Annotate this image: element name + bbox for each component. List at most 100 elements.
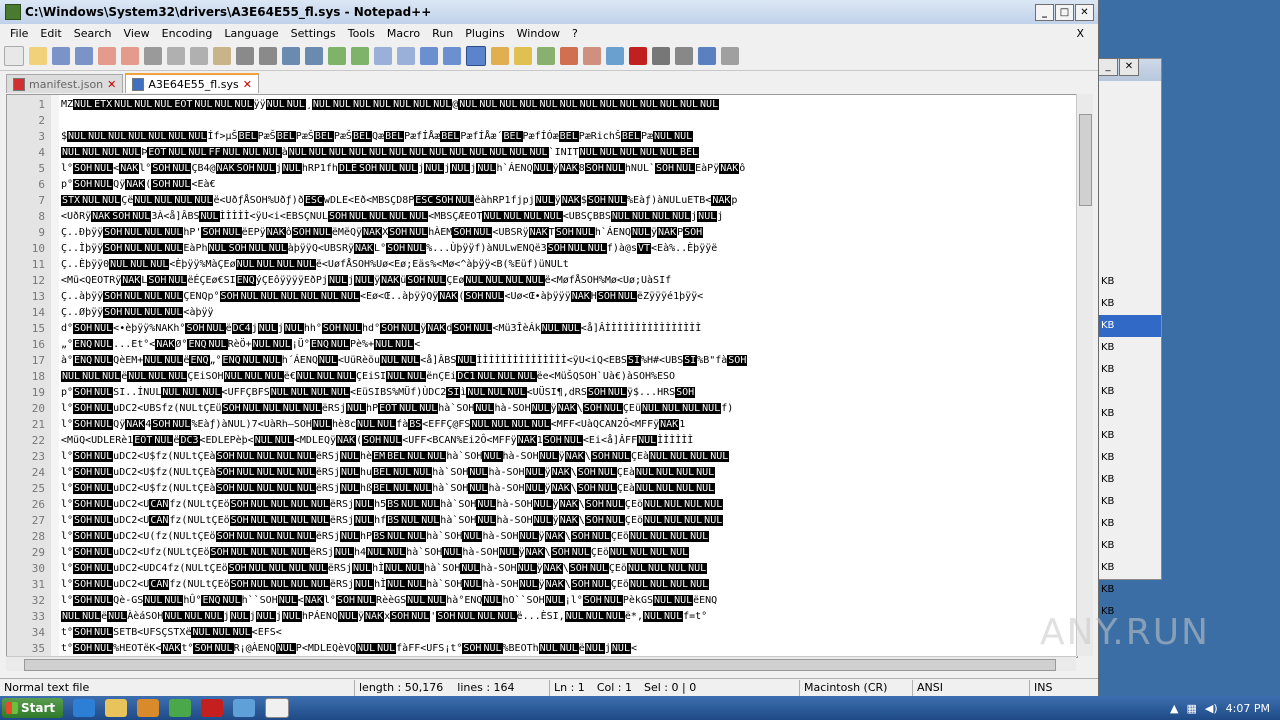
folder-workspace-icon[interactable]: [491, 47, 509, 65]
minimize-button[interactable]: _: [1035, 3, 1054, 21]
network-tray-icon[interactable]: ▦: [1187, 702, 1197, 715]
menu-settings[interactable]: Settings: [285, 27, 342, 40]
file-size-cell[interactable]: KB: [1099, 425, 1161, 447]
editor-line[interactable]: 16 „°ENQ NUL...Et°<NAKØ°ENQ NULRèÖ+NUL NUL¡Ü…: [7, 337, 1077, 353]
file-size-cell[interactable]: KB: [1099, 579, 1161, 601]
replace-icon[interactable]: [305, 47, 323, 65]
file-size-cell[interactable]: KB: [1099, 359, 1161, 381]
file-size-cell[interactable]: KB: [1099, 447, 1161, 469]
show-all-chars-icon[interactable]: [443, 47, 461, 65]
file-size-cell[interactable]: KB: [1099, 381, 1161, 403]
menu-search[interactable]: Search: [68, 27, 118, 40]
start-button[interactable]: Start: [2, 698, 64, 718]
save-icon[interactable]: [52, 47, 70, 65]
notepadpp-taskbar-icon[interactable]: [265, 698, 290, 718]
editor-line[interactable]: 33 NUL NULëNULÀèáSOHNUL NUL NULjNULjNULjNULh…: [7, 609, 1077, 625]
word-wrap-icon[interactable]: [420, 47, 438, 65]
horizontal-scrollbar[interactable]: [6, 656, 1076, 671]
editor-line[interactable]: 18 NUL NUL NULëNUL NUL NULÇEiSOHNUL NUL NULë€NU…: [7, 369, 1077, 385]
editor-line[interactable]: 1 MZNUL ETX NUL NUL NUL EOT NUL NUL NULÿÿNUL NUL¸N…: [7, 97, 1077, 113]
monitoring-icon[interactable]: [560, 47, 578, 65]
media-player-icon[interactable]: [137, 699, 160, 717]
file-size-cell[interactable]: KB: [1099, 491, 1161, 513]
zoom-in-icon[interactable]: [328, 47, 346, 65]
zoom-out-icon[interactable]: [351, 47, 369, 65]
editor-line[interactable]: 2: [7, 113, 1077, 129]
print-icon[interactable]: [144, 47, 162, 65]
editor-line[interactable]: 29 l°SOH NULuDC2<Ufz(NULtÇEöSOH NUL NUL NUL NU…: [7, 545, 1077, 561]
vertical-scrollbar[interactable]: [1076, 94, 1093, 656]
menu-run[interactable]: Run: [426, 27, 459, 40]
maximize-button[interactable]: □: [1055, 3, 1074, 21]
save-all-icon[interactable]: [75, 47, 93, 65]
editor-line[interactable]: 5 l°SOH NUL<NAKl°SOH NULÇB4@NAK SOH NULjNULhR…: [7, 161, 1077, 177]
folder-as-workspace-icon[interactable]: [583, 47, 601, 65]
editor-line[interactable]: 20 l°SOH NULuDC2<UBSfz(NULtÇEüSOH NUL NUL NUL…: [7, 401, 1077, 417]
volume-tray-icon[interactable]: ◀): [1205, 702, 1218, 715]
tab-a3e64e55-sys[interactable]: A3E64E55_fl.sys ✕: [125, 73, 259, 93]
editor-line[interactable]: 30 l°SOH NULuDC2<UDC4fz(NULtÇEöSOH NUL NUL NU…: [7, 561, 1077, 577]
editor-line[interactable]: 14 Ç..ØþÿÿSOH NUL NUL NUL<àþÿÿ: [7, 305, 1077, 321]
network-app-icon[interactable]: [233, 699, 256, 717]
indent-guide-icon[interactable]: [466, 46, 486, 66]
menu-file[interactable]: File: [4, 27, 34, 40]
play-macro-icon[interactable]: [675, 47, 693, 65]
close-all-icon[interactable]: [121, 47, 139, 65]
tab-close-icon[interactable]: ✕: [107, 78, 116, 91]
editor-line[interactable]: 8 <UðRÿNAK SOH NUL3À<å]ÂBSNULÌÌÌÌÌ<ÿU<i<EBS…: [7, 209, 1077, 225]
open-file-icon[interactable]: [29, 47, 47, 65]
menu-tools[interactable]: Tools: [342, 27, 381, 40]
chrome-icon[interactable]: [169, 699, 192, 717]
editor-line[interactable]: 9 Ç..ÐþÿÿSOH NUL NUL NULhP'SOH NULëEPÿNAKôSOH…: [7, 225, 1077, 241]
close-file-icon[interactable]: [98, 47, 116, 65]
clock[interactable]: 4:07 PM: [1226, 702, 1270, 715]
menu-encoding[interactable]: Encoding: [156, 27, 219, 40]
editor-line[interactable]: 13 Ç..àþÿÿSOH NUL NUL NULÇENQp°SOH NUL NUL NUL N…: [7, 289, 1077, 305]
copy-icon[interactable]: [190, 47, 208, 65]
ie-icon[interactable]: [73, 699, 96, 717]
editor-line[interactable]: 26 l°SOH NULuDC2<UCANfz(NULtÇEöSOH NUL NUL NU…: [7, 497, 1077, 513]
run-macro-multiple-icon[interactable]: [698, 47, 716, 65]
file-size-cell[interactable]: KB: [1099, 271, 1161, 293]
redo-icon[interactable]: [259, 47, 277, 65]
cut-icon[interactable]: [167, 47, 185, 65]
editor-line[interactable]: 32 l°SOH NULQè-GSNUL NULhÛ°ENQ NULh``SOHNUL<…: [7, 593, 1077, 609]
find-icon[interactable]: [282, 47, 300, 65]
save-macro-icon[interactable]: [721, 47, 739, 65]
editor-line[interactable]: 12 <Mü<QEOTRÿNAKLSOH NULëÉÇEø€SIENQýÇEôÿÿÿ…: [7, 273, 1077, 289]
tray-expand-icon[interactable]: ▲: [1170, 702, 1178, 715]
text-editor[interactable]: 1 MZNUL ETX NUL NUL NUL EOT NUL NUL NULÿÿNUL NUL¸N…: [6, 94, 1078, 658]
menu-edit[interactable]: Edit: [34, 27, 67, 40]
menu-view[interactable]: View: [118, 27, 156, 40]
status-encoding[interactable]: ANSI: [913, 680, 1030, 696]
editor-line[interactable]: 21 l°SOH NULQÿNAK4SOH NUL%Eàƒ)àNUL)7<UàRh–S…: [7, 417, 1077, 433]
editor-line[interactable]: 7 STX NUL NULÇëNUL NUL NUL NULë<UðƒÅSOH%Uðƒ)ðE…: [7, 193, 1077, 209]
explorer-icon[interactable]: [105, 699, 128, 717]
editor-line[interactable]: 19 p°SOH NULSI..ÍNULNUL NUL NUL<UFFÇBFSNUL NU…: [7, 385, 1077, 401]
file-size-cell[interactable]: KB: [1099, 337, 1161, 359]
editor-line[interactable]: 23 l°SOH NULuDC2<U$fz(NULtÇEàSOH NUL NUL NUL N…: [7, 449, 1077, 465]
editor-line[interactable]: 24 l°SOH NULuDC2<U$fz(NULtÇEàSOH NUL NUL NUL N…: [7, 465, 1077, 481]
file-size-cell[interactable]: KB: [1099, 403, 1161, 425]
menu-window[interactable]: Window: [511, 27, 566, 40]
close-document-x[interactable]: X: [1070, 27, 1090, 40]
file-size-cell[interactable]: KB: [1099, 557, 1161, 579]
editor-line[interactable]: 28 l°SOH NULuDC2<U(fz(NULtÇEöSOH NUL NUL NUL N…: [7, 529, 1077, 545]
file-size-cell[interactable]: KB: [1099, 513, 1161, 535]
document-map-icon[interactable]: [514, 47, 532, 65]
menu-language[interactable]: Language: [218, 27, 284, 40]
file-size-cell[interactable]: KB: [1099, 469, 1161, 491]
undo-icon[interactable]: [236, 47, 254, 65]
record-macro-icon[interactable]: [629, 47, 647, 65]
editor-line[interactable]: 22 <MüQ<UDLERè1EOT NULëDC3<EDLEPèþ<NUL NUL<…: [7, 433, 1077, 449]
menu-help[interactable]: ?: [566, 27, 584, 40]
opera-icon[interactable]: [201, 699, 224, 717]
file-size-cell[interactable]: KB: [1099, 315, 1161, 337]
status-eol[interactable]: Macintosh (CR): [800, 680, 913, 696]
editor-line[interactable]: 17 à°ENQ NULQèEM+NUL NULëENQ„°ENQ NUL NULh´ÁE…: [7, 353, 1077, 369]
editor-line[interactable]: 15 d°SOH NUL<•èþÿÿ%NAKh°SOH NULëDC4jNULjNUL…: [7, 321, 1077, 337]
editor-line[interactable]: 31 l°SOH NULuDC2<UCANfz(NULtÇEöSOH NUL NUL NU…: [7, 577, 1077, 593]
eye-icon[interactable]: [606, 47, 624, 65]
editor-line[interactable]: 11 Ç..Èþÿÿ0NUL NUL NUL<Èþÿÿ%MàÇEøNUL NUL NUL N…: [7, 257, 1077, 273]
stop-macro-icon[interactable]: [652, 47, 670, 65]
